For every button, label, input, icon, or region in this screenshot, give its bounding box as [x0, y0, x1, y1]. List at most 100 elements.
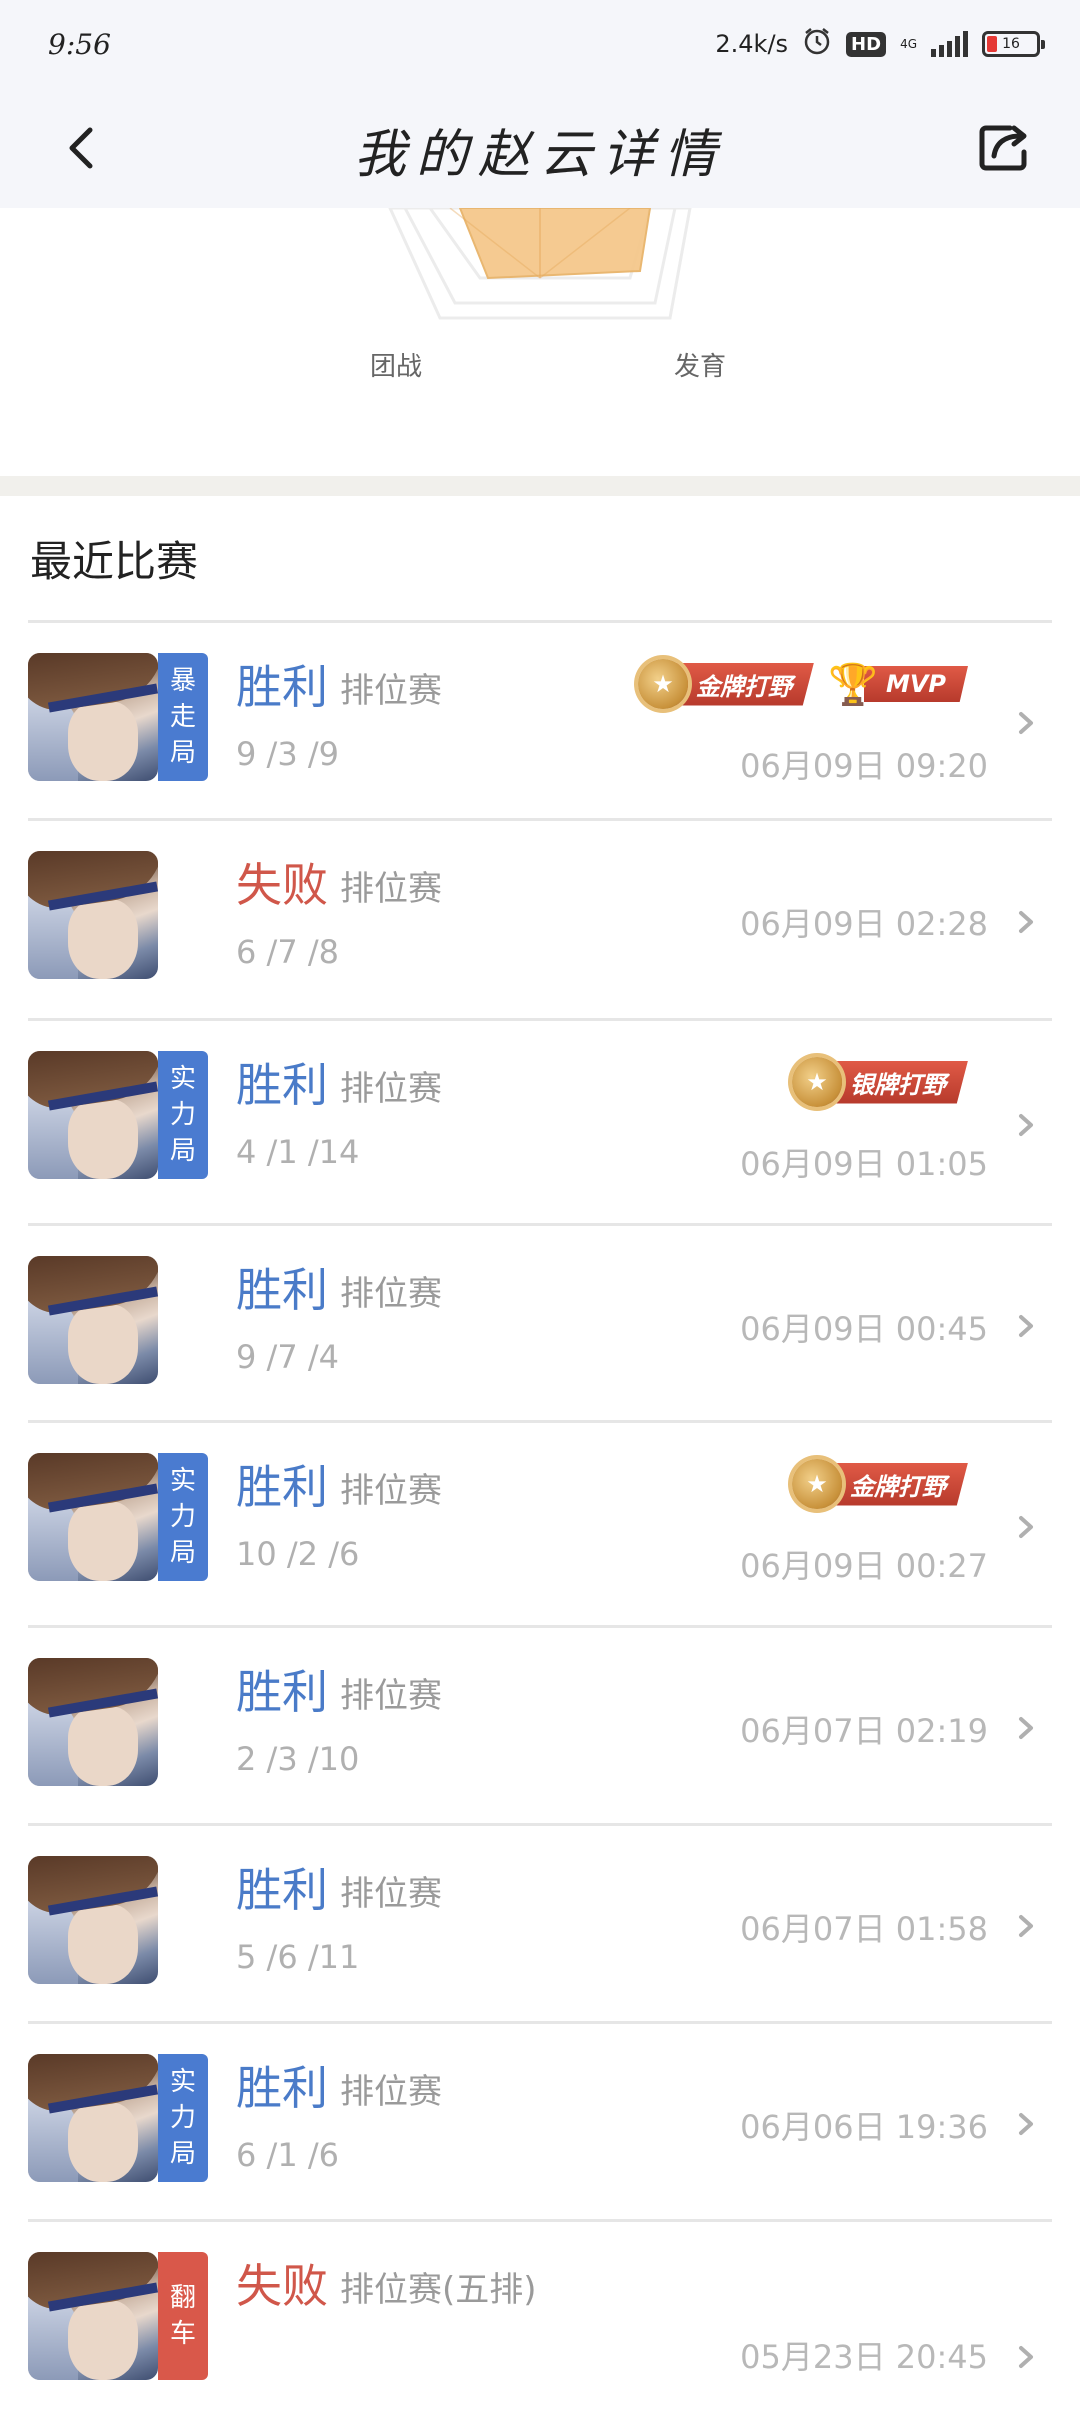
match-row[interactable]: 实力局胜利 排位赛 10 /2 /6 06月09日 00:27 ★ 金牌打野 [28, 1423, 1052, 1628]
status-time: 9:56 [48, 28, 111, 61]
match-row[interactable]: 翻车失败 排位赛(五排) 05月23日 20:45 [28, 2222, 1052, 2422]
match-tag-char: 实 [169, 1466, 196, 1496]
match-time: 06月09日 09:20 [740, 747, 988, 785]
battery-icon: 16 [982, 31, 1045, 57]
radar-chart: 团战 发育 [0, 208, 1080, 476]
status-bar: 9:56 2.4k/s HD 4G 16 [0, 0, 1080, 90]
hero-avatar [28, 1256, 158, 1384]
match-tag-char: 局 [169, 738, 196, 768]
match-time: 06月07日 02:19 [740, 1712, 988, 1750]
match-result: 胜利 [236, 660, 328, 714]
match-mode: 排位赛(五排) [340, 2270, 537, 2310]
chevron-right-icon[interactable] [1016, 1110, 1038, 1140]
match-tag-char: 实 [169, 1064, 196, 1094]
match-result: 失败 [236, 2259, 328, 2313]
chevron-right-icon[interactable] [1016, 2109, 1038, 2139]
hero-avatar-wrap [28, 1256, 208, 1384]
recent-matches-title: 最近比赛 [30, 537, 199, 586]
match-kda: 9 /3 /9 [236, 735, 339, 773]
network-speed: 2.4k/s [715, 30, 789, 58]
match-mode: 排位赛 [340, 1874, 442, 1914]
hero-avatar-wrap: 实力局 [28, 2054, 208, 2182]
match-tag-char: 走 [169, 702, 196, 732]
chevron-right-icon[interactable] [1016, 2342, 1038, 2372]
page-title: 我的赵云详情 [353, 125, 726, 185]
match-kda: 10 /2 /6 [236, 1535, 360, 1573]
match-kda: 6 /1 /6 [236, 2136, 339, 2174]
match-row[interactable]: 失败 排位赛 6 /7 /8 06月09日 02:28 [28, 821, 1052, 1021]
star-medal-icon: ★ [792, 1057, 842, 1107]
match-time: 06月09日 01:05 [740, 1145, 988, 1183]
match-tag-char: 局 [169, 2139, 196, 2169]
match-mode: 排位赛 [340, 1471, 442, 1511]
match-mode: 排位赛 [340, 1274, 442, 1314]
medal-badge: ★ 金牌打野 [792, 1459, 968, 1509]
badge-label: 银牌打野 [828, 1060, 968, 1104]
hero-avatar-wrap: 暴走局 [28, 653, 208, 781]
match-tag-char: 实 [169, 2067, 196, 2097]
match-kda: 9 /7 /4 [236, 1338, 339, 1376]
hero-avatar [28, 1658, 158, 1786]
match-badges: ★ 金牌打野 [792, 1459, 968, 1509]
match-time: 06月09日 00:27 [740, 1547, 988, 1585]
match-tag-char: 力 [169, 2103, 196, 2133]
match-mode: 排位赛 [340, 671, 442, 711]
hero-avatar-wrap: 实力局 [28, 1453, 208, 1581]
match-tag-char: 暴 [169, 666, 196, 696]
match-tag: 暴走局 [158, 653, 208, 781]
match-tag-char: 翻 [169, 2283, 196, 2313]
match-result: 失败 [236, 858, 328, 912]
chevron-right-icon[interactable] [1016, 1911, 1038, 1941]
chevron-right-icon[interactable] [1016, 1311, 1038, 1341]
hero-avatar [28, 1453, 158, 1581]
signal-icon [931, 31, 968, 57]
match-time: 06月06日 19:36 [740, 2108, 988, 2146]
match-mode: 排位赛 [340, 1676, 442, 1716]
match-tag: 实力局 [158, 2054, 208, 2182]
radar-label-development: 发育 [674, 352, 727, 382]
medal-badge: ★ 银牌打野 [792, 1057, 968, 1107]
match-time: 05月23日 20:45 [740, 2338, 988, 2376]
match-tag-char: 局 [169, 1538, 196, 1568]
chevron-right-icon[interactable] [1016, 1512, 1038, 1542]
match-kda: 5 /6 /11 [236, 1938, 360, 1976]
match-badges: ★ 银牌打野 [792, 1057, 968, 1107]
match-mode: 排位赛 [340, 869, 442, 909]
star-medal-icon: ★ [637, 659, 688, 709]
status-icons: 2.4k/s HD 4G 16 [715, 26, 1045, 62]
match-result: 胜利 [236, 1263, 328, 1317]
match-badges: ★ 金牌打野 🏆 MVP [637, 659, 968, 709]
match-time: 06月09日 00:45 [740, 1310, 988, 1348]
trophy-icon: 🏆 [828, 661, 878, 708]
match-result: 胜利 [236, 1058, 328, 1112]
match-mode: 排位赛 [340, 2072, 442, 2112]
chevron-right-icon[interactable] [1016, 907, 1038, 937]
share-button[interactable] [970, 112, 1040, 182]
match-tag-char: 力 [169, 1100, 196, 1130]
match-result: 胜利 [236, 1863, 328, 1917]
match-row[interactable]: 胜利 排位赛 2 /3 /10 06月07日 02:19 [28, 1628, 1052, 1826]
match-row[interactable]: 实力局胜利 排位赛 4 /1 /14 06月09日 01:05 ★ 银牌打野 [28, 1021, 1052, 1226]
match-tag-char: 力 [169, 1502, 196, 1532]
hero-avatar-wrap [28, 1856, 208, 1984]
chevron-right-icon[interactable] [1016, 708, 1038, 738]
radar-graphic [388, 208, 692, 320]
hero-avatar [28, 2252, 158, 2380]
battery-level: 16 [1002, 36, 1020, 52]
hero-avatar [28, 1051, 158, 1179]
match-kda: 4 /1 /14 [236, 1133, 360, 1171]
radar-label-teamfight: 团战 [370, 352, 423, 382]
alarm-icon [802, 26, 832, 62]
match-row[interactable]: 胜利 排位赛 9 /7 /4 06月09日 00:45 [28, 1226, 1052, 1423]
match-result: 胜利 [236, 2061, 328, 2115]
match-row[interactable]: 实力局胜利 排位赛 6 /1 /6 06月06日 19:36 [28, 2024, 1052, 2222]
hd-badge: HD [846, 31, 887, 57]
match-row[interactable]: 胜利 排位赛 5 /6 /11 06月07日 01:58 [28, 1826, 1052, 2024]
badge-label: 金牌打野 [828, 1462, 968, 1506]
match-tag: 翻车 [158, 2252, 208, 2380]
star-medal-icon: ★ [792, 1459, 842, 1509]
network-type: 4G [900, 37, 917, 51]
hero-avatar [28, 653, 158, 781]
match-row[interactable]: 暴走局胜利 排位赛 9 /3 /9 06月09日 09:20 ★ 金牌打野 🏆 MVP [28, 623, 1052, 821]
chevron-right-icon[interactable] [1016, 1713, 1038, 1743]
